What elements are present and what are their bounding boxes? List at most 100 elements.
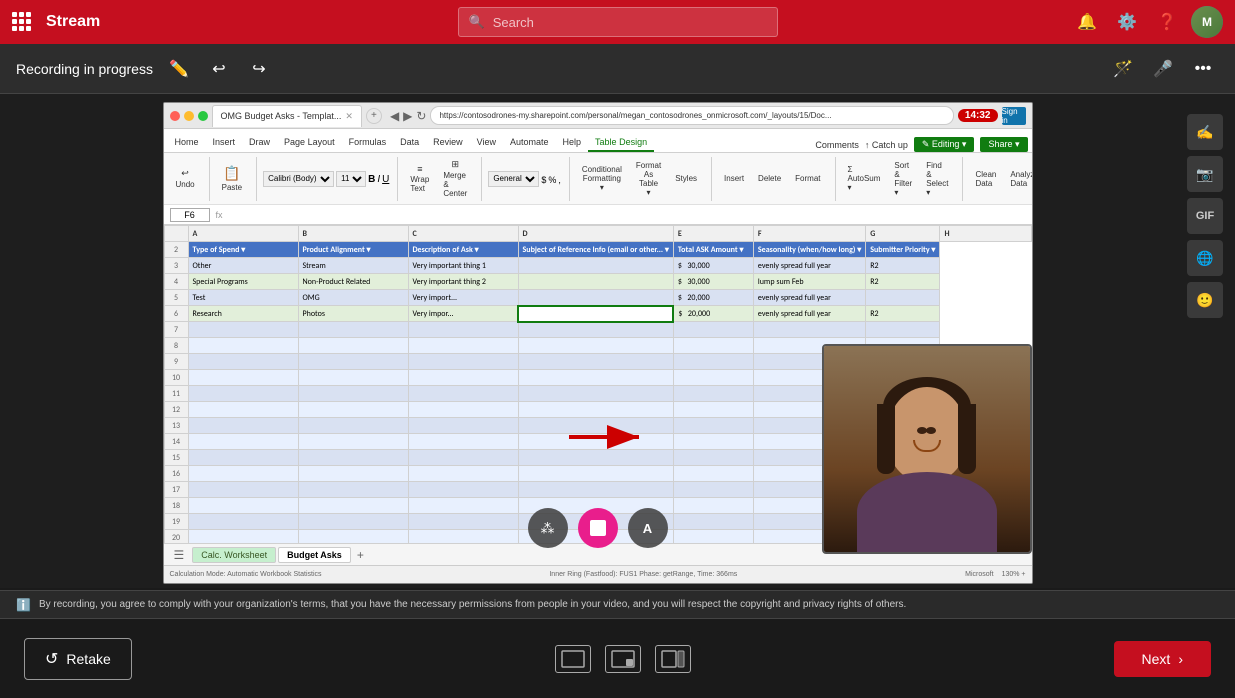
gif-icon[interactable]: GIF bbox=[1187, 198, 1223, 234]
back-icon[interactable]: ◀ bbox=[390, 109, 399, 123]
grid-icon[interactable] bbox=[12, 12, 32, 32]
delete-btn[interactable]: Delete bbox=[752, 172, 787, 185]
total-ask-header[interactable]: Total ASK Amount ▾ bbox=[673, 242, 753, 258]
col-f-header[interactable]: F bbox=[753, 226, 865, 242]
row5-type[interactable]: Test bbox=[188, 290, 298, 306]
text-control-btn[interactable]: A bbox=[628, 508, 668, 548]
col-e-header[interactable]: E bbox=[673, 226, 753, 242]
row4-subject[interactable] bbox=[518, 274, 673, 290]
screen-only-layout-btn[interactable] bbox=[555, 645, 591, 673]
tab-table-design[interactable]: Table Design bbox=[588, 134, 654, 152]
forward-icon[interactable]: ▶ bbox=[403, 109, 412, 123]
product-alignment-header[interactable]: Product Alignment ▾ bbox=[298, 242, 408, 258]
screen-cam-alt-layout-btn[interactable] bbox=[655, 645, 691, 673]
search-input[interactable] bbox=[493, 15, 767, 30]
cell-styles-btn[interactable]: Styles bbox=[669, 172, 703, 185]
row6-type[interactable]: Research bbox=[188, 306, 298, 322]
row3-amount[interactable]: $ 30,000 bbox=[673, 258, 753, 274]
comments-btn[interactable]: Comments bbox=[815, 140, 859, 150]
retake-button[interactable]: ↺ Retake bbox=[24, 638, 132, 680]
browser-tab[interactable]: OMG Budget Asks - Templat... ✕ bbox=[212, 105, 362, 127]
row5-amount[interactable]: $ 20,000 bbox=[673, 290, 753, 306]
row3-season[interactable]: evenly spread full year bbox=[753, 258, 865, 274]
underline-btn[interactable]: U bbox=[382, 174, 389, 185]
sheet-budget-asks[interactable]: Budget Asks bbox=[278, 547, 351, 563]
sticker-icon[interactable]: 🙂 bbox=[1187, 282, 1223, 318]
font-size-select[interactable]: 11 bbox=[336, 171, 366, 187]
col-c-header[interactable]: C bbox=[408, 226, 518, 242]
row3-subject[interactable] bbox=[518, 258, 673, 274]
formula-input[interactable] bbox=[229, 210, 1026, 220]
microphone-icon[interactable]: 🎤 bbox=[1147, 53, 1179, 85]
row5-priority[interactable] bbox=[866, 290, 940, 306]
row5-season[interactable]: evenly spread full year bbox=[753, 290, 865, 306]
comma-btn[interactable]: , bbox=[558, 175, 561, 185]
col-h-header[interactable]: H bbox=[940, 226, 1031, 242]
magic-wand-icon[interactable]: 🪄 bbox=[1107, 53, 1139, 85]
col-g-header[interactable]: G bbox=[866, 226, 940, 242]
merge-center-btn[interactable]: ⊞Merge & Center bbox=[437, 157, 473, 200]
screen-with-cam-layout-btn[interactable] bbox=[605, 645, 641, 673]
settings-icon[interactable]: ⚙️ bbox=[1111, 6, 1143, 38]
tab-data[interactable]: Data bbox=[393, 134, 426, 152]
row6-priority[interactable]: R2 bbox=[866, 306, 940, 322]
tab-home[interactable]: Home bbox=[168, 134, 206, 152]
filter-control-btn[interactable]: ⁂ bbox=[528, 508, 568, 548]
wrap-text-btn[interactable]: ≡Wrap Text bbox=[404, 162, 435, 195]
tab-view[interactable]: View bbox=[470, 134, 503, 152]
italic-btn[interactable]: I bbox=[377, 174, 380, 185]
refresh-icon[interactable]: ↻ bbox=[416, 109, 426, 123]
tab-help[interactable]: Help bbox=[556, 134, 589, 152]
currency-btn[interactable]: $ bbox=[541, 175, 546, 185]
row4-priority[interactable]: R2 bbox=[866, 274, 940, 290]
help-icon[interactable]: ❓ bbox=[1151, 6, 1183, 38]
row3-priority[interactable]: R2 bbox=[866, 258, 940, 274]
number-format-select[interactable]: General bbox=[488, 171, 539, 187]
undo-btn[interactable]: ↩Undo bbox=[170, 166, 201, 191]
editing-dropdown[interactable]: ✎ Editing ▾ bbox=[914, 137, 975, 152]
tab-formulas[interactable]: Formulas bbox=[342, 134, 394, 152]
row6-subject-active-cell[interactable] bbox=[518, 306, 673, 322]
user-avatar[interactable]: M bbox=[1191, 6, 1223, 38]
add-sheet-icon[interactable]: + bbox=[353, 548, 368, 562]
col-a-header[interactable]: A bbox=[188, 226, 298, 242]
row6-alignment[interactable]: Photos bbox=[298, 306, 408, 322]
row5-alignment[interactable]: OMG bbox=[298, 290, 408, 306]
row6-amount[interactable]: $ 20,000 bbox=[673, 306, 753, 322]
undo-icon[interactable]: ↩ bbox=[205, 55, 233, 83]
insert-btn[interactable]: Insert bbox=[718, 172, 750, 185]
new-tab-button[interactable]: + bbox=[366, 108, 382, 124]
tab-review[interactable]: Review bbox=[426, 134, 470, 152]
notifications-icon[interactable]: 🔔 bbox=[1071, 6, 1103, 38]
next-button[interactable]: Next › bbox=[1114, 641, 1211, 677]
tab-close-icon[interactable]: ✕ bbox=[345, 111, 353, 122]
row4-season[interactable]: lump sum Feb bbox=[753, 274, 865, 290]
globe-icon[interactable]: 🌐 bbox=[1187, 240, 1223, 276]
camera-icon[interactable]: 📷 bbox=[1187, 156, 1223, 192]
row4-alignment[interactable]: Non-Product Related bbox=[298, 274, 408, 290]
search-bar[interactable]: 🔍 bbox=[458, 7, 778, 37]
catch-up-btn[interactable]: ↑ Catch up bbox=[865, 140, 908, 150]
tab-automate[interactable]: Automate bbox=[503, 134, 556, 152]
nav-sheets-icon[interactable]: ☰ bbox=[168, 548, 191, 562]
sheet-calc-worksheet[interactable]: Calc. Worksheet bbox=[192, 547, 276, 563]
tab-page-layout[interactable]: Page Layout bbox=[277, 134, 342, 152]
conditional-formatting-btn[interactable]: ConditionalFormatting ▾ bbox=[576, 163, 628, 194]
tab-draw[interactable]: Draw bbox=[242, 134, 277, 152]
row3-alignment[interactable]: Stream bbox=[298, 258, 408, 274]
font-family-select[interactable]: Calibri (Body) bbox=[263, 171, 334, 187]
row6-desc[interactable]: Very impor... bbox=[408, 306, 518, 322]
col-d-header[interactable]: D bbox=[518, 226, 673, 242]
sort-filter-btn[interactable]: Sort & Filter ▾ bbox=[888, 159, 918, 199]
row3-desc[interactable]: Very important thing 1 bbox=[408, 258, 518, 274]
analyze-data-btn[interactable]: AnalyzeData bbox=[1004, 168, 1031, 190]
row5-subject[interactable] bbox=[518, 290, 673, 306]
clean-data-btn[interactable]: CleanData bbox=[969, 168, 1002, 190]
row4-desc[interactable]: Very important thing 2 bbox=[408, 274, 518, 290]
cell-reference-box[interactable] bbox=[170, 208, 210, 222]
percent-btn[interactable]: % bbox=[548, 175, 556, 185]
format-btn[interactable]: Format bbox=[789, 172, 826, 185]
row4-amount[interactable]: $ 30,000 bbox=[673, 274, 753, 290]
seasonality-header[interactable]: Seasonality (when/how long) ▾ bbox=[753, 242, 865, 258]
format-as-table-btn[interactable]: Format AsTable ▾ bbox=[630, 159, 667, 199]
